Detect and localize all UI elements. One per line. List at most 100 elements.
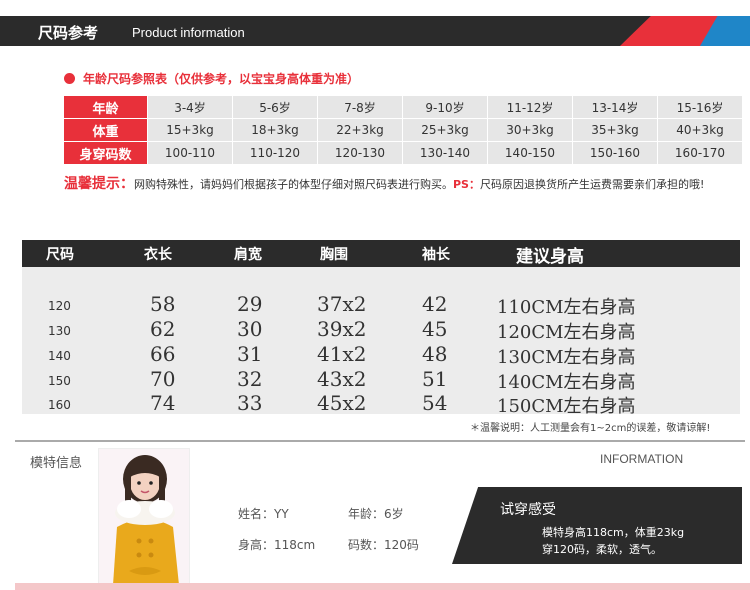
size-label: 码数：	[348, 538, 385, 552]
table-row: 140 66 31 41x2 48 130CM左右身高	[22, 342, 740, 368]
table-cell: 15+3kg	[147, 118, 233, 142]
column-header: 衣长	[144, 247, 172, 263]
name-label: 姓名：	[238, 507, 275, 521]
sleeve-cell: 48	[422, 342, 448, 366]
table-cell: 18+3kg	[232, 118, 318, 142]
size-cell: 150	[48, 374, 71, 388]
sleeve-cell: 54	[422, 391, 448, 415]
length-cell: 62	[150, 317, 176, 341]
model-info-title: 模特信息	[30, 456, 83, 471]
column-header: 胸围	[320, 247, 348, 263]
size-cell: 140	[48, 349, 71, 363]
height-cell: 120CM左右身高	[497, 322, 636, 343]
chest-cell: 39x2	[317, 317, 367, 341]
tip-text: 网购特殊性，请妈妈们根据孩子的体型仔细对照尺码表进行购买。	[134, 178, 453, 191]
table-row: 130 62 30 39x2 45 120CM左右身高	[22, 317, 740, 343]
tip-ps-label: PS：	[453, 178, 480, 191]
table-cell: 11-12岁	[487, 95, 573, 119]
shoulder-cell: 31	[237, 342, 263, 366]
table-cell: 25+3kg	[402, 118, 488, 142]
model-age: 年龄：6岁	[348, 505, 404, 522]
size-cell: 120	[48, 299, 71, 313]
table-row: 年龄 3-4岁 5-6岁 7-8岁 9-10岁 11-12岁 13-14岁 15…	[63, 95, 743, 119]
table-row: 体重 15+3kg 18+3kg 22+3kg 25+3kg 30+3kg 35…	[63, 118, 743, 142]
length-cell: 70	[150, 367, 176, 391]
fit-feedback-line: 穿120码，柔软，透气。	[542, 543, 662, 556]
size-value: 120码	[384, 538, 419, 552]
sleeve-cell: 51	[422, 367, 448, 391]
model-photo-illustration	[99, 449, 189, 583]
chest-cell: 43x2	[317, 367, 367, 391]
length-cell: 66	[150, 342, 176, 366]
column-header: 尺码	[46, 247, 74, 263]
length-cell: 74	[150, 391, 176, 415]
size-cell: 160	[48, 398, 71, 412]
chest-cell: 45x2	[317, 391, 367, 415]
age-value: 6岁	[384, 507, 404, 521]
height-cell: 150CM左右身高	[497, 396, 636, 417]
size-cell: 130	[48, 324, 71, 338]
measurement-note: ＊温馨说明：人工测量会有1~2cm的误差，敬请谅解!	[470, 423, 711, 434]
table-cell: 160-170	[657, 141, 743, 165]
table-cell: 3-4岁	[147, 95, 233, 119]
table-cell: 40+3kg	[657, 118, 743, 142]
height-label: 身高：	[238, 538, 275, 552]
table-row: 身穿码数 100-110 110-120 120-130 130-140 140…	[63, 141, 743, 165]
table-cell: 7-8岁	[317, 95, 403, 119]
height-cell: 110CM左右身高	[497, 297, 636, 318]
header-bar	[0, 16, 690, 46]
age-chart-subtitle-text: 年龄尺码参照表（仅供参考，以宝宝身高体重为准）	[83, 72, 360, 86]
sleeve-cell: 42	[422, 292, 448, 316]
table-cell: 120-130	[317, 141, 403, 165]
height-cell: 130CM左右身高	[497, 347, 636, 368]
divider	[15, 440, 745, 442]
height-value: 118cm	[274, 538, 316, 552]
table-cell: 13-14岁	[572, 95, 658, 119]
row-label: 年龄	[63, 95, 148, 119]
size-table-header: 尺码 衣长 肩宽 胸围 袖长 建议身高	[22, 240, 740, 267]
model-photo	[98, 448, 190, 584]
age-size-table: 年龄 3-4岁 5-6岁 7-8岁 9-10岁 11-12岁 13-14岁 15…	[63, 95, 743, 165]
name-value: YY	[274, 507, 289, 521]
table-row: 160 74 33 45x2 54 150CM左右身高	[22, 391, 740, 417]
table-cell: 22+3kg	[317, 118, 403, 142]
column-header: 肩宽	[234, 247, 262, 263]
table-cell: 9-10岁	[402, 95, 488, 119]
table-row: 120 58 29 37x2 42 110CM左右身高	[22, 292, 740, 318]
model-size: 码数：120码	[348, 536, 419, 553]
table-cell: 30+3kg	[487, 118, 573, 142]
age-chart-subtitle: 年龄尺码参照表（仅供参考，以宝宝身高体重为准）	[64, 70, 359, 87]
bottom-bar	[0, 583, 750, 590]
table-cell: 140-150	[487, 141, 573, 165]
table-cell: 110-120	[232, 141, 318, 165]
table-cell: 15-16岁	[657, 95, 743, 119]
shoulder-cell: 30	[237, 317, 263, 341]
row-label: 身穿码数	[63, 141, 148, 165]
table-cell: 5-6岁	[232, 95, 318, 119]
shoulder-cell: 33	[237, 391, 263, 415]
tip-title: 温馨提示：	[64, 176, 134, 192]
model-name: 姓名：YY	[238, 505, 289, 522]
tip-ps-text: 尺码原因退换货所产生运费需要亲们承担的哦!	[479, 178, 705, 191]
model-height: 身高：118cm	[238, 536, 315, 553]
table-row: 150 70 32 43x2 51 140CM左右身高	[22, 367, 740, 393]
model-info-title-en: INFORMATION	[600, 452, 684, 466]
shoulder-cell: 29	[237, 292, 263, 316]
section-header: 尺码参考 Product information	[0, 16, 750, 46]
fit-feedback-panel: 试穿感受 模特身高118cm，体重23kg 穿120码，柔软，透气。	[452, 487, 742, 564]
length-cell: 58	[150, 292, 176, 316]
shoulder-cell: 32	[237, 367, 263, 391]
table-cell: 150-160	[572, 141, 658, 165]
sleeve-cell: 45	[422, 317, 448, 341]
size-table-body: 120 58 29 37x2 42 110CM左右身高 130 62 30 39…	[22, 267, 740, 417]
warm-tip: 温馨提示：网购特殊性，请妈妈们根据孩子的体型仔细对照尺码表进行购买。PS：尺码原…	[64, 174, 744, 195]
chest-cell: 37x2	[317, 292, 367, 316]
column-header: 建议身高	[516, 247, 584, 267]
table-cell: 35+3kg	[572, 118, 658, 142]
column-header: 袖长	[422, 247, 450, 263]
header-title-en: Product information	[132, 25, 245, 40]
table-cell: 100-110	[147, 141, 233, 165]
age-label: 年龄：	[348, 507, 385, 521]
fit-feedback-title: 试穿感受	[500, 502, 556, 518]
bullet-icon	[64, 73, 75, 84]
